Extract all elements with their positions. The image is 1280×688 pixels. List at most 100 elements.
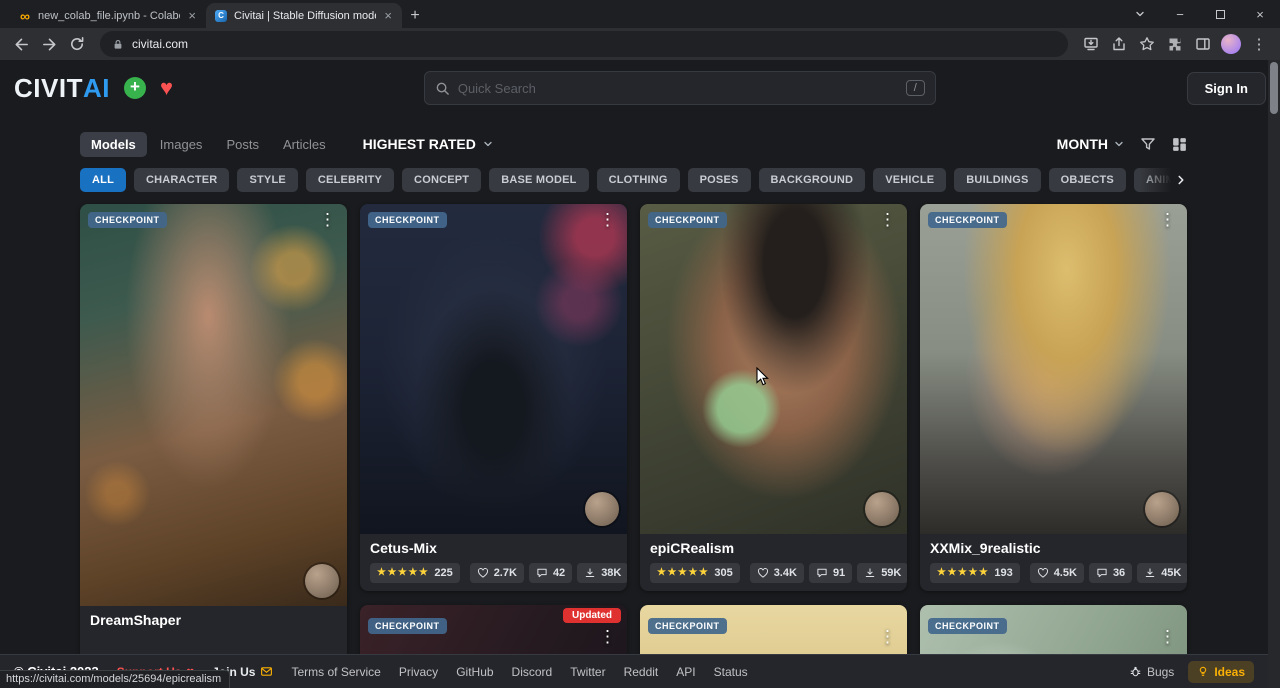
bugs-link[interactable]: Bugs (1129, 665, 1174, 679)
bookmark-star-icon[interactable] (1134, 31, 1160, 57)
window-controls: − × (1120, 0, 1280, 28)
scrollbar-thumb[interactable] (1270, 62, 1278, 114)
card-info: DreamShaper (80, 606, 347, 643)
model-type-badge: CHECKPOINT (88, 212, 167, 228)
category-chip-celebrity[interactable]: CELEBRITY (306, 168, 394, 192)
model-title: epiCRealism (650, 540, 897, 557)
rating-badge: ★★★★★ 225 (370, 563, 460, 583)
star-rating-icons: ★★★★★ (937, 568, 989, 578)
forward-button[interactable] (36, 31, 62, 57)
card-menu-button[interactable]: ⋮ (311, 208, 344, 232)
tab-bar: ∞ new_colab_file.ipynb - Colaborat × C C… (0, 0, 1280, 28)
model-card[interactable]: CHECKPOINT ⋮ epiCRealism ★★★★★ 305 (640, 204, 907, 591)
downloads-badge: 45K (1137, 563, 1187, 583)
card-menu-button[interactable]: ⋮ (591, 625, 624, 649)
model-preview-image: CHECKPOINT ⋮ (640, 204, 907, 534)
main-content: Models Images Posts Articles HIGHEST RAT… (80, 130, 1188, 688)
ideas-button[interactable]: Ideas (1188, 661, 1254, 683)
creator-avatar[interactable] (305, 564, 339, 598)
chevron-down-icon (482, 138, 494, 150)
category-chip-concept[interactable]: CONCEPT (402, 168, 481, 192)
category-chip-style[interactable]: STYLE (237, 168, 297, 192)
creator-avatar[interactable] (585, 492, 619, 526)
nav-row: Models Images Posts Articles HIGHEST RAT… (80, 130, 1188, 158)
footer-link-api[interactable]: API (676, 665, 695, 679)
share-icon[interactable] (1106, 31, 1132, 57)
search-bar[interactable]: / (424, 71, 936, 105)
browser-menu-kebab-icon[interactable]: ⋮ (1246, 31, 1272, 57)
card-menu-button[interactable]: ⋮ (871, 208, 904, 232)
footer-link-github[interactable]: GitHub (456, 665, 493, 679)
period-dropdown[interactable]: MONTH (1057, 136, 1125, 152)
install-app-icon[interactable] (1078, 31, 1104, 57)
filter-funnel-icon[interactable] (1140, 136, 1156, 152)
download-icon (1144, 567, 1156, 579)
footer-right: Bugs Ideas (1129, 661, 1254, 683)
tab-posts[interactable]: Posts (215, 132, 270, 157)
model-card[interactable]: CHECKPOINT ⋮ DreamShaper (80, 204, 347, 688)
browser-tab-colab[interactable]: ∞ new_colab_file.ipynb - Colaborat × (10, 3, 206, 28)
tab-articles[interactable]: Articles (272, 132, 337, 157)
sign-in-button[interactable]: Sign In (1187, 72, 1266, 105)
categories-scroll-right-button[interactable] (1140, 168, 1188, 192)
extensions-puzzle-icon[interactable] (1162, 31, 1188, 57)
new-tab-button[interactable]: + (402, 3, 428, 28)
window-close-button[interactable]: × (1240, 0, 1280, 28)
supporter-heart-button[interactable]: ♥ (160, 77, 173, 99)
create-plus-button[interactable]: + (124, 77, 146, 99)
creator-avatar[interactable] (1145, 492, 1179, 526)
tab-close-icon[interactable]: × (382, 8, 394, 23)
category-chip-base-model[interactable]: BASE MODEL (489, 168, 588, 192)
footer-link-terms[interactable]: Terms of Service (291, 665, 380, 679)
reload-button[interactable] (64, 31, 90, 57)
model-type-badge: CHECKPOINT (648, 212, 727, 228)
profile-avatar[interactable] (1221, 34, 1241, 54)
downloads-badge: 59K (857, 563, 907, 583)
footer-link-discord[interactable]: Discord (512, 665, 553, 679)
category-chip-poses[interactable]: POSES (688, 168, 751, 192)
bug-icon (1129, 665, 1142, 678)
back-button[interactable] (8, 31, 34, 57)
card-menu-button[interactable]: ⋮ (871, 625, 904, 649)
footer-link-privacy[interactable]: Privacy (399, 665, 438, 679)
tab-models[interactable]: Models (80, 132, 147, 157)
tab-close-icon[interactable]: × (186, 8, 198, 23)
card-menu-button[interactable]: ⋮ (1151, 208, 1184, 232)
model-type-badge: CHECKPOINT (928, 618, 1007, 634)
card-menu-button[interactable]: ⋮ (1151, 625, 1184, 649)
comments-count: 91 (833, 567, 845, 579)
card-menu-button[interactable]: ⋮ (591, 208, 624, 232)
side-panel-icon[interactable] (1190, 31, 1216, 57)
footer-link-twitter[interactable]: Twitter (570, 665, 605, 679)
model-card[interactable]: CHECKPOINT ⋮ Cetus-Mix ★★★★★ 225 (360, 204, 627, 591)
model-card[interactable]: CHECKPOINT ⋮ XXMix_9realistic ★★★★★ 193 (920, 204, 1187, 591)
category-chip-all[interactable]: ALL (80, 168, 126, 192)
window-maximize-button[interactable] (1200, 0, 1240, 28)
category-chip-character[interactable]: CHARACTER (134, 168, 229, 192)
layout-grid-icon[interactable] (1171, 136, 1188, 153)
model-preview-image: CHECKPOINT ⋮ (920, 204, 1187, 534)
category-chip-objects[interactable]: OBJECTS (1049, 168, 1126, 192)
category-chip-buildings[interactable]: BUILDINGS (954, 168, 1040, 192)
footer-link-reddit[interactable]: Reddit (624, 665, 659, 679)
creator-avatar[interactable] (865, 492, 899, 526)
category-chip-vehicle[interactable]: VEHICLE (873, 168, 946, 192)
footer-link-status[interactable]: Status (714, 665, 748, 679)
category-chip-background[interactable]: BACKGROUND (759, 168, 866, 192)
lightbulb-icon (1197, 665, 1209, 678)
tab-title: new_colab_file.ipynb - Colaborat (38, 10, 180, 22)
search-input[interactable] (458, 81, 898, 96)
downloads-count: 59K (881, 567, 901, 579)
tab-search-chevron-icon[interactable] (1120, 0, 1160, 28)
window-minimize-button[interactable]: − (1160, 0, 1200, 28)
tab-images[interactable]: Images (149, 132, 214, 157)
likes-count: 4.5K (1054, 567, 1077, 579)
address-bar[interactable]: civitai.com (100, 31, 1068, 57)
civitai-logo[interactable]: CIVITAI (14, 75, 110, 101)
category-chip-clothing[interactable]: CLOTHING (597, 168, 680, 192)
downloads-count: 45K (1161, 567, 1181, 579)
model-title: XXMix_9realistic (930, 540, 1177, 557)
sort-dropdown[interactable]: HIGHEST RATED (363, 136, 494, 152)
page-scrollbar (1268, 60, 1280, 688)
browser-tab-civitai[interactable]: C Civitai | Stable Diffusion models, × (206, 3, 402, 28)
